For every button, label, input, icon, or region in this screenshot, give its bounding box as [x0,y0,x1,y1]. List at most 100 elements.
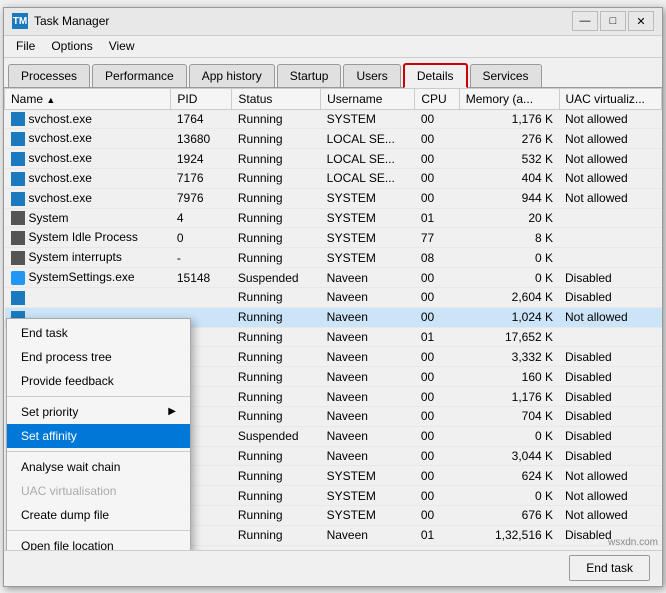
cell-pid: - [171,248,232,268]
context-menu-item[interactable]: Open file location [7,534,190,550]
cell-status: Running [232,188,321,208]
context-menu-item-label: Set affinity [21,429,77,443]
table-row[interactable]: svchost.exe 13680 Running LOCAL SE... 00… [5,129,662,149]
menu-view[interactable]: View [101,37,143,55]
cell-memory: 1,176 K [459,109,559,129]
cell-name: svchost.exe [5,149,171,169]
context-menu-item-label: Set priority [21,405,78,419]
table-row[interactable]: Running Naveen 00 2,604 K Disabled [5,287,662,307]
cell-cpu: 01 [415,525,459,545]
table-row[interactable]: svchost.exe 1764 Running SYSTEM 00 1,176… [5,109,662,129]
tab-users[interactable]: Users [343,64,400,87]
cell-cpu: 01 [415,327,459,347]
cell-name: svchost.exe [5,188,171,208]
context-menu-item[interactable]: End process tree [7,345,190,369]
col-header-memory[interactable]: Memory (a... [459,88,559,109]
cell-username: SYSTEM [321,228,415,248]
table-row[interactable]: SystemSettings.exe 15148 Suspended Navee… [5,268,662,288]
cell-pid: 13680 [171,129,232,149]
cell-memory: 704 K [459,406,559,426]
cell-status: Running [232,168,321,188]
cell-status: Suspended [232,426,321,446]
cell-memory: 17,652 K [459,327,559,347]
context-menu-item[interactable]: Set priority▶ [7,400,190,424]
tab-performance[interactable]: Performance [92,64,187,87]
menu-options[interactable]: Options [43,37,100,55]
context-menu-item: UAC virtualisation [7,479,190,503]
cell-name: SystemSettings.exe [5,268,171,288]
cell-uac: Disabled [559,287,661,307]
tab-services[interactable]: Services [470,64,542,87]
cell-uac: Disabled [559,446,661,466]
window-controls: — □ ✕ [572,11,654,31]
cell-status: Running [232,228,321,248]
menu-file[interactable]: File [8,37,43,55]
cell-status: Running [232,367,321,387]
end-task-button[interactable]: End task [569,555,650,581]
maximize-button[interactable]: □ [600,11,626,31]
cell-memory: 116 K [459,545,559,549]
context-menu-item[interactable]: Create dump file [7,503,190,527]
col-header-name[interactable]: Name ▲ [5,88,171,109]
footer-bar: End task [4,550,662,586]
cell-status: Running [232,287,321,307]
tab-startup[interactable]: Startup [277,64,342,87]
table-row[interactable]: svchost.exe 7976 Running SYSTEM 00 944 K… [5,188,662,208]
cell-pid: 15148 [171,268,232,288]
col-header-status[interactable]: Status [232,88,321,109]
context-menu-item[interactable]: Provide feedback [7,369,190,393]
col-header-pid[interactable]: PID [171,88,232,109]
context-menu-item-label: End task [21,326,68,340]
cell-memory: 1,024 K [459,307,559,327]
cell-memory: 3,332 K [459,347,559,367]
cell-username: LOCAL SE... [321,168,415,188]
cell-username: SYSTEM [321,208,415,228]
cell-memory: 944 K [459,188,559,208]
context-menu-item-label: Analyse wait chain [21,460,120,474]
cell-cpu: 00 [415,129,459,149]
cell-memory: 532 K [459,149,559,169]
context-menu-item[interactable]: Set affinity [7,424,190,448]
cell-memory: 404 K [459,168,559,188]
cell-username: Naveen [321,446,415,466]
close-button[interactable]: ✕ [628,11,654,31]
col-header-cpu[interactable]: CPU [415,88,459,109]
cell-cpu: 00 [415,268,459,288]
watermark: wsxdn.com [608,537,658,548]
table-row[interactable]: svchost.exe 1924 Running LOCAL SE... 00 … [5,149,662,169]
cell-memory: 3,044 K [459,446,559,466]
col-header-uac[interactable]: UAC virtualiz... [559,88,661,109]
cell-status: Running [232,486,321,506]
table-row[interactable]: System 4 Running SYSTEM 01 20 K [5,208,662,228]
tab-details[interactable]: Details [403,63,468,88]
cell-status: Running [232,347,321,367]
cell-cpu: 01 [415,208,459,228]
cell-uac: Not allowed [559,506,661,526]
cell-cpu: 00 [415,168,459,188]
tab-app-history[interactable]: App history [189,64,275,87]
cell-cpu: 00 [415,506,459,526]
tab-processes[interactable]: Processes [8,64,90,87]
table-row[interactable]: System interrupts - Running SYSTEM 08 0 … [5,248,662,268]
context-menu-item[interactable]: End task [7,321,190,345]
tab-bar: Processes Performance App history Startu… [4,58,662,88]
context-menu-item-label: Open file location [21,539,114,550]
cell-memory: 20 K [459,208,559,228]
cell-status: Running [232,545,321,549]
menu-bar: File Options View [4,36,662,58]
cell-status: Running [232,248,321,268]
cell-memory: 0 K [459,268,559,288]
col-header-username[interactable]: Username [321,88,415,109]
cell-uac: Disabled [559,426,661,446]
cell-username: Naveen [321,387,415,407]
cell-name: System Idle Process [5,228,171,248]
minimize-button[interactable]: — [572,11,598,31]
cell-uac: Disabled [559,406,661,426]
cell-pid: 4 [171,208,232,228]
context-menu-item[interactable]: Analyse wait chain [7,455,190,479]
cell-memory: 2,604 K [459,287,559,307]
table-row[interactable]: System Idle Process 0 Running SYSTEM 77 … [5,228,662,248]
cell-status: Suspended [232,268,321,288]
context-menu-separator [7,451,190,452]
table-row[interactable]: svchost.exe 7176 Running LOCAL SE... 00 … [5,168,662,188]
